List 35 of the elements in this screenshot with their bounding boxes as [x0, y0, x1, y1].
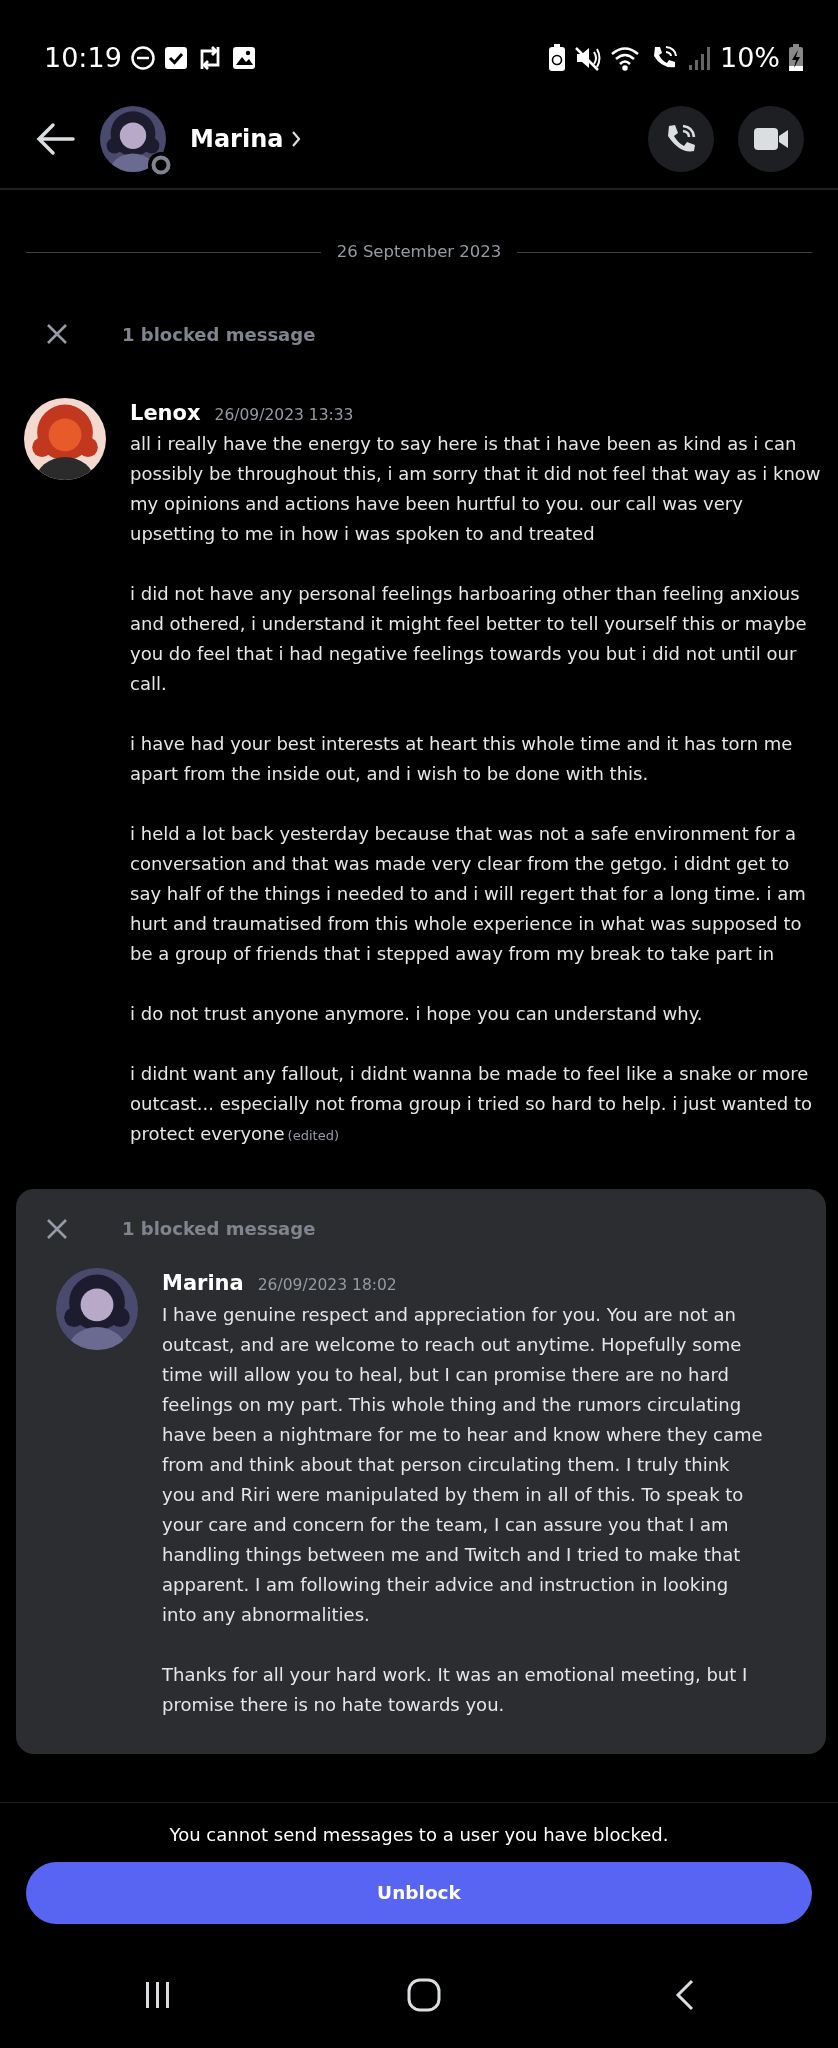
battery-saver-icon: [548, 44, 566, 72]
battery-icon: [788, 44, 804, 72]
chevron-icon: [291, 130, 302, 148]
do-not-disturb-icon: [129, 45, 156, 71]
close-icon[interactable]: [46, 323, 68, 346]
battery-percentage: 10%: [720, 40, 780, 75]
checkbox-icon: [163, 46, 188, 70]
signal-icon: [688, 45, 712, 71]
clock-time: 10:19: [44, 40, 122, 75]
message-text: all i really have the energy to say here is that i have been as kind as i can possibly be throughout this, i am sorry that it did not feel that way as i know my opinions and actions have been hurtful to you. our call was very upsetting to me in how i was spoken to and treated: [130, 432, 822, 547]
message-text: i did not have any personal feelings harboaring other than feeling anxious and othered, i understand it might feel better to tell yourself this or maybe you do feel that i had negative feelings towards you but i did not until our call.: [130, 582, 808, 697]
home-icon[interactable]: [407, 1977, 441, 2012]
author-name[interactable]: Lenox: [130, 397, 201, 430]
close-icon[interactable]: [46, 1217, 68, 1240]
message-text: i do not trust anyone anymore. i hope you can understand why.: [130, 1002, 704, 1027]
blocked-notice: You cannot send messages to a user you have blocked.: [168, 1822, 670, 1847]
message-text: i didnt want any fallout, i didnt wanna be made to feel like a snake or more outcast... especially not froma group i tried so hard to help. i just wanted to protect everyone (edited): [130, 1062, 813, 1147]
timestamp: 26/09/2023 18:02: [257, 1275, 397, 1297]
blocked-message-label[interactable]: 1 blocked message: [122, 320, 316, 348]
back-icon[interactable]: [675, 1978, 695, 2011]
message-text: i have had your best interests at heart this whole time and it has torn me apart from the inside out, and i wish to be done with this.: [130, 732, 794, 787]
blocked-message-label[interactable]: 1 blocked message: [122, 1215, 316, 1243]
video-camera-icon: [753, 126, 789, 152]
unblock-button[interactable]: Unblock: [26, 1861, 812, 1924]
date-divider: 26 September 2023: [336, 241, 502, 263]
mute-icon: [574, 44, 602, 72]
contact-name[interactable]: Marina: [190, 121, 284, 157]
back-arrow-icon[interactable]: [36, 122, 76, 156]
message-text: Thanks for all your hard work. It was an emotional meeting, but I promise there is no hate towards you.: [162, 1662, 749, 1717]
message-text: i held a lot back yesterday because that was not a safe environment for a conversation and that was made very clear from the getgo. i didnt get to say half of the things i needed to and i will regert that for a long time. i am hurt and traumatised from this whole experience in what was supposed to be a group of friends that i stepped away from my break to take part in: [130, 822, 807, 967]
status-icon: [148, 152, 174, 178]
timestamp: 26/09/2023 13:33: [214, 404, 354, 426]
message-text: I have genuine respect and appreciation for you. You are not an outcast, and are welcome to reach out anytime. Hopefully some time will allow you to heal, but I can promise there are no hard feelings on my part. This whole thing and the rumors circulating have been a nightmare for me to hear and know where they came from and think about that person circulating them. I truly think you and Riri were manipulated by them in all of this. To speak to your care and concern for the team, I can assure you that I am handling things between me and Twitch and I tried to make that apparent. I am following their advice and instruction in looking into any abnormalities.: [162, 1302, 764, 1627]
image-icon: [231, 46, 256, 70]
author-name[interactable]: Marina: [162, 1268, 244, 1300]
